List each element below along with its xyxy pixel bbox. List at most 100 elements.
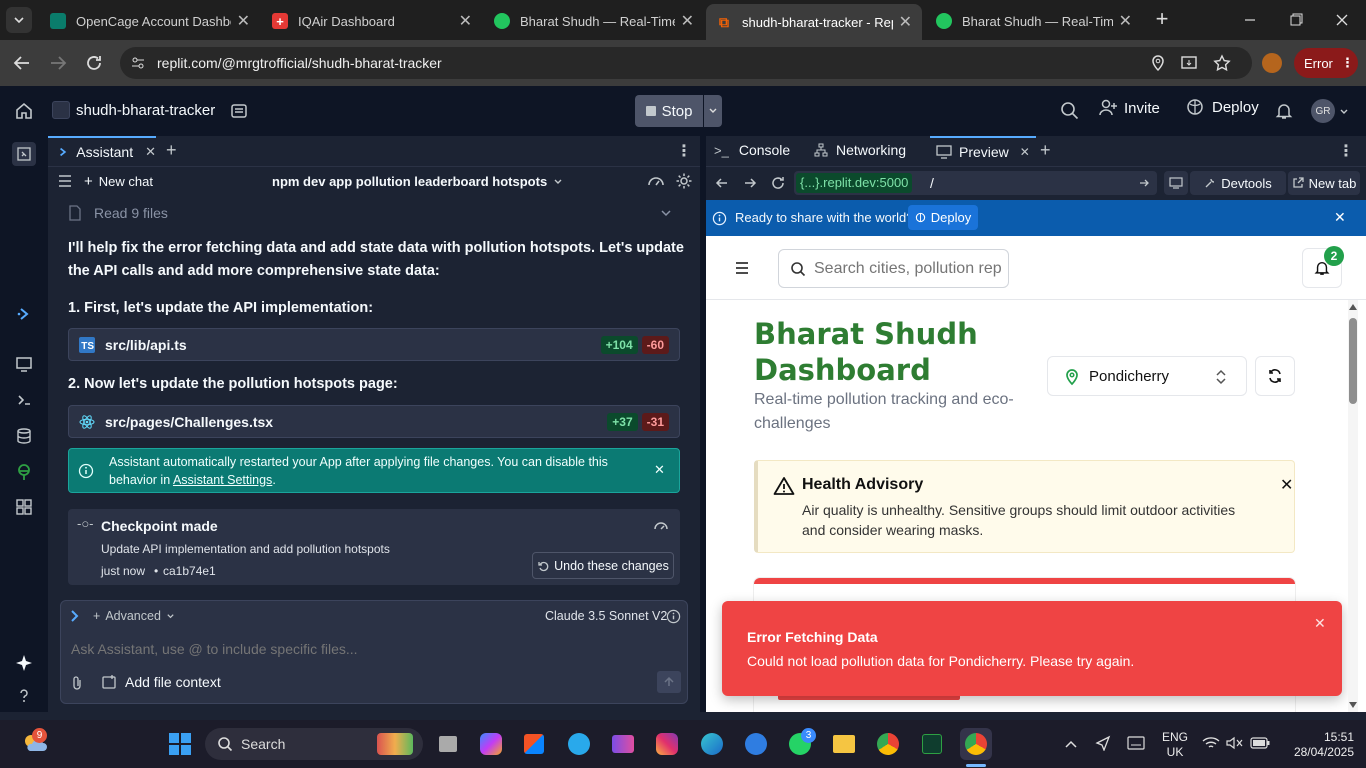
info-icon[interactable]	[666, 609, 681, 624]
assistant-tab[interactable]: Assistant ✕	[48, 136, 156, 166]
tab-console[interactable]: >_ Console	[706, 136, 806, 164]
refresh-button[interactable]	[1255, 356, 1295, 396]
chrome-profile-app[interactable]	[960, 728, 992, 760]
close-icon[interactable]: ✕	[237, 11, 250, 31]
close-icon[interactable]: ✕	[899, 12, 912, 32]
scroll-up-arrow[interactable]	[1349, 304, 1357, 310]
close-icon[interactable]: ✕	[459, 11, 472, 31]
tab-networking[interactable]: Networking	[814, 136, 930, 164]
usage-gauge-icon[interactable]	[647, 173, 665, 189]
city-selector[interactable]: Pondicherry	[1047, 356, 1247, 396]
assistant-icon[interactable]	[16, 306, 32, 322]
menu-icon[interactable]	[735, 261, 749, 275]
file-change-card[interactable]: src/pages/Challenges.tsx +37 -31	[68, 405, 680, 438]
battery-icon[interactable]	[1250, 737, 1270, 749]
browser-tab-iqair[interactable]: + IQAir Dashboard ✕	[262, 6, 482, 36]
new-tab-button[interactable]: +	[1150, 8, 1174, 32]
sync-app[interactable]	[740, 728, 772, 760]
project-name[interactable]: shudh-bharat-tracker	[76, 102, 215, 119]
add-tab-button[interactable]: +	[166, 140, 177, 161]
profile-avatar[interactable]	[1262, 53, 1282, 73]
attach-paperclip-icon[interactable]	[71, 675, 83, 691]
app-search-input[interactable]	[814, 258, 1002, 280]
media-app[interactable]	[607, 728, 639, 760]
close-icon[interactable]: ✕	[145, 144, 156, 160]
webview-icon[interactable]	[15, 355, 33, 373]
reload-icon[interactable]	[770, 175, 786, 191]
run-options-button[interactable]	[704, 95, 722, 127]
terminal-app[interactable]	[916, 728, 948, 760]
chat-title-dropdown[interactable]: npm dev app pollution leaderboard hotspo…	[272, 174, 563, 189]
chevron-up-icon[interactable]	[1064, 738, 1078, 750]
location-icon[interactable]	[1150, 54, 1166, 72]
wifi-icon[interactable]	[1202, 736, 1220, 750]
panel-menu-button[interactable]: ⋮	[676, 141, 692, 161]
store-app[interactable]	[518, 728, 550, 760]
preview-url-bar[interactable]: {...}.replit.dev:5000 /	[794, 171, 1157, 195]
new-chat-button[interactable]: + New chat	[84, 173, 153, 190]
usage-gauge-icon[interactable]	[653, 518, 669, 532]
close-icon[interactable]: ✕	[681, 11, 694, 31]
reload-button[interactable]	[82, 51, 106, 75]
browser-tab-replit[interactable]: ⧉ shudh-bharat-tracker - Repli ✕	[706, 4, 922, 40]
tab-preview[interactable]: Preview ✕	[930, 136, 1036, 166]
sparkle-icon[interactable]	[15, 654, 33, 672]
model-selector[interactable]: Claude 3.5 Sonnet V2	[545, 609, 667, 623]
toggle-sidebar-button[interactable]	[12, 142, 36, 166]
assistant-settings-link[interactable]: Assistant Settings	[173, 473, 272, 487]
database-icon[interactable]	[15, 427, 33, 445]
start-button[interactable]	[164, 728, 196, 760]
home-icon[interactable]	[14, 101, 34, 121]
bell-icon[interactable]	[1275, 102, 1293, 120]
close-icon[interactable]: ✕	[1020, 145, 1030, 159]
close-icon[interactable]: ✕	[654, 462, 665, 478]
arrow-right-icon[interactable]	[742, 175, 758, 191]
clock[interactable]: 15:51 28/04/2025	[1290, 730, 1354, 760]
new-tab-button[interactable]: New tab	[1288, 171, 1360, 195]
read-files-row[interactable]: Read 9 files	[68, 200, 680, 226]
search-icon[interactable]	[1060, 101, 1080, 121]
browser-tab-bharat-shudh-2[interactable]: Bharat Shudh — Real-Time P ✕	[926, 6, 1142, 36]
devtools-button[interactable]: Devtools	[1190, 171, 1286, 195]
language-indicator[interactable]: ENG UK	[1160, 730, 1190, 760]
assistant-prompt-input[interactable]	[61, 635, 687, 663]
packager-icon[interactable]	[15, 463, 33, 481]
taskbar-search[interactable]: Search	[205, 728, 423, 760]
telegram-app[interactable]	[563, 728, 595, 760]
close-icon[interactable]: ✕	[1334, 209, 1346, 226]
window-maximize-button[interactable]	[1282, 10, 1310, 30]
edge-app[interactable]	[696, 728, 728, 760]
instagram-app[interactable]	[651, 728, 683, 760]
settings-gear-icon[interactable]	[675, 172, 693, 190]
file-explorer-app[interactable]	[828, 728, 860, 760]
device-toggle-button[interactable]	[1164, 171, 1188, 195]
undo-changes-button[interactable]: Undo these changes	[532, 552, 674, 579]
volume-muted-icon[interactable]	[1226, 736, 1244, 750]
advanced-toggle[interactable]: + Advanced	[93, 609, 175, 623]
close-icon[interactable]: ✕	[1280, 475, 1293, 495]
chevron-down-icon[interactable]	[1339, 107, 1349, 117]
add-tab-button[interactable]: +	[1040, 140, 1051, 161]
scroll-down-arrow[interactable]	[1349, 702, 1357, 708]
back-button[interactable]	[10, 51, 34, 75]
hamburger-icon[interactable]	[58, 175, 72, 187]
all-tools-icon[interactable]	[15, 498, 33, 516]
keyboard-icon[interactable]	[1127, 736, 1145, 750]
user-avatar[interactable]: GR	[1311, 99, 1335, 123]
deploy-button[interactable]: Deploy	[1186, 98, 1259, 116]
window-minimize-button[interactable]	[1236, 10, 1264, 30]
address-bar[interactable]: replit.com/@mrgtrofficial/shudh-bharat-t…	[120, 47, 1252, 79]
forward-button[interactable]	[46, 51, 70, 75]
site-info-icon[interactable]	[130, 55, 146, 71]
send-button[interactable]	[657, 671, 681, 693]
window-close-button[interactable]	[1328, 10, 1356, 30]
install-app-icon[interactable]	[1180, 54, 1198, 72]
help-icon[interactable]	[15, 687, 33, 705]
arrow-left-icon[interactable]	[714, 175, 730, 191]
close-icon[interactable]: ✕	[1314, 615, 1326, 632]
bookmark-star-icon[interactable]	[1213, 54, 1231, 72]
shell-icon[interactable]	[15, 391, 33, 409]
add-file-context-button[interactable]: Add file context	[101, 674, 221, 690]
app-scrollbar[interactable]	[1348, 300, 1358, 712]
close-icon[interactable]: ✕	[1119, 11, 1132, 31]
